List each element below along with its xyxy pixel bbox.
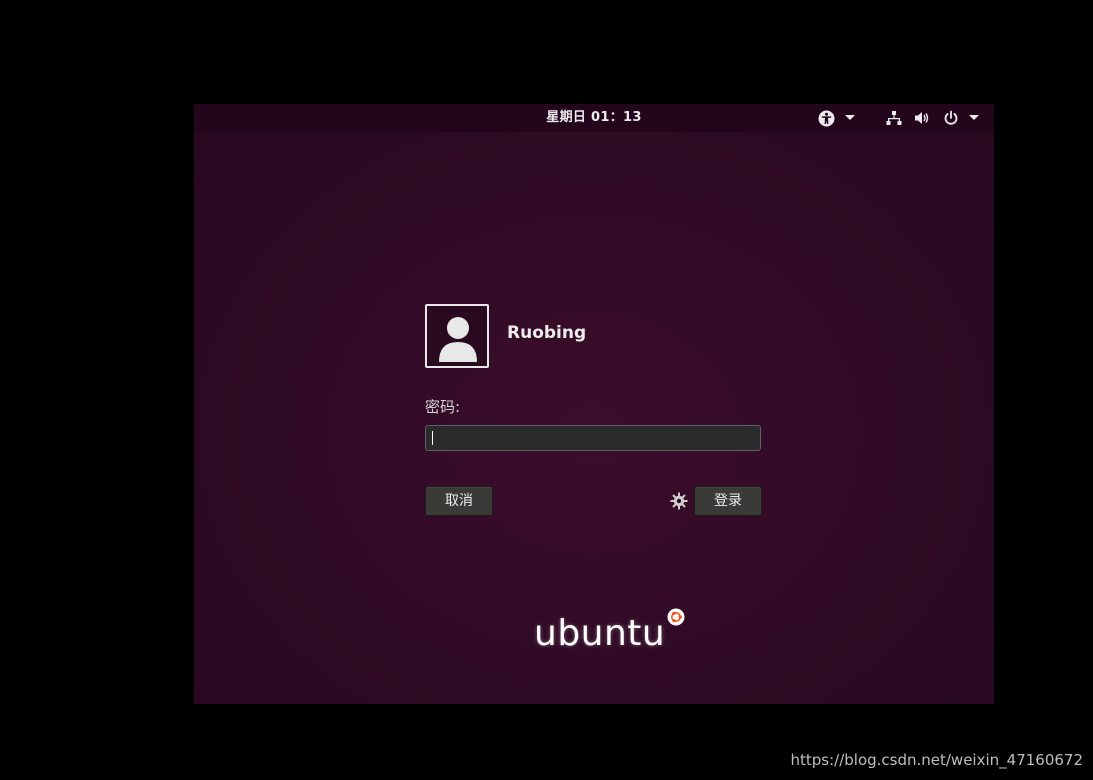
username-label: Ruobing — [507, 323, 587, 343]
accessibility-icon[interactable] — [816, 109, 836, 127]
password-input[interactable] — [425, 425, 761, 451]
login-button[interactable]: 登录 — [694, 486, 762, 516]
watermark-text: https://blog.csdn.net/weixin_47160672 — [790, 751, 1083, 769]
top-bar: 星期日 01：13 — [194, 104, 994, 132]
text-cursor — [432, 431, 433, 445]
gear-icon[interactable] — [670, 492, 688, 510]
user-avatar-icon — [425, 304, 489, 368]
page: 星期日 01：13 Ruobing 密码: 取消 登录 ubuntu https… — [0, 0, 1093, 780]
power-icon[interactable] — [941, 109, 961, 127]
ubuntu-logo: ubuntu — [534, 608, 685, 654]
logo-text: ubuntu — [534, 613, 666, 654]
accessibility-menu-chevron-down-icon[interactable] — [843, 109, 857, 127]
ubuntu-circle-of-friends-icon — [667, 608, 685, 630]
login-screen: 星期日 01：13 Ruobing 密码: 取消 登录 ubuntu — [194, 104, 994, 704]
volume-icon[interactable] — [912, 109, 932, 127]
system-menu-chevron-down-icon[interactable] — [967, 109, 981, 127]
network-wired-icon[interactable] — [884, 109, 904, 127]
password-label: 密码: — [425, 398, 461, 416]
cancel-button[interactable]: 取消 — [425, 486, 493, 516]
clock[interactable]: 星期日 01：13 — [194, 104, 994, 132]
